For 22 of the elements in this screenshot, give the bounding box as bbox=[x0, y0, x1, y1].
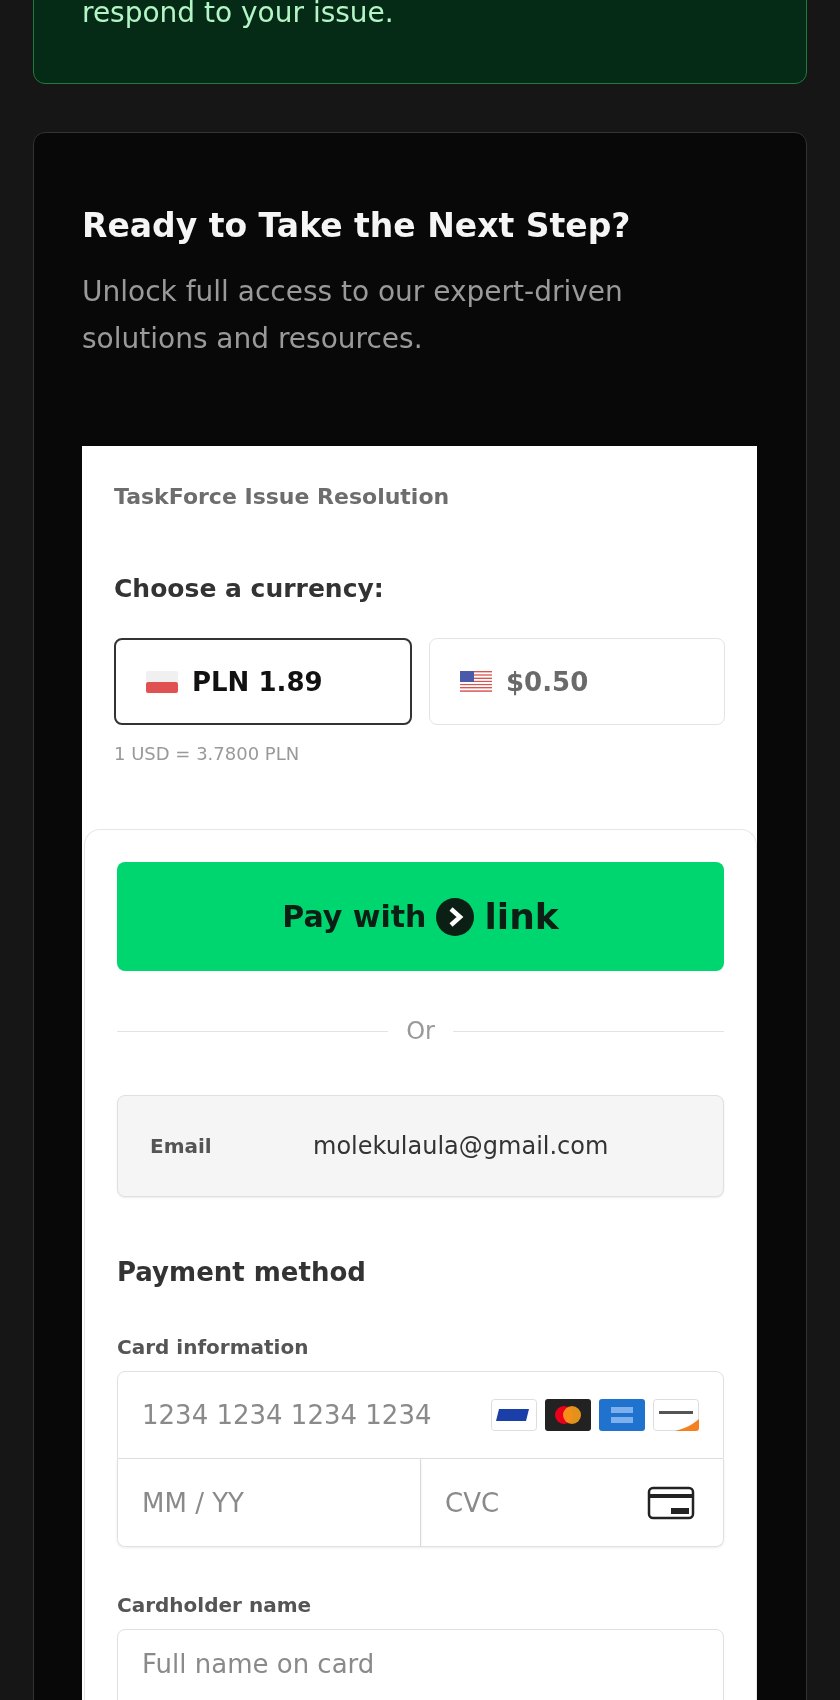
currency-label: Choose a currency: bbox=[113, 573, 385, 603]
expiry-field[interactable]: MM / YY bbox=[117, 1459, 421, 1547]
card-info-label: Card information bbox=[117, 1335, 310, 1359]
exchange-rate: 1 USD = 3.7800 PLN bbox=[113, 742, 301, 764]
expiry-input[interactable]: MM / YY bbox=[142, 1482, 396, 1523]
or-divider: Or bbox=[406, 1017, 435, 1045]
product-name: TaskForce Issue Resolution bbox=[113, 483, 451, 509]
cta-title: Ready to Take the Next Step? bbox=[82, 206, 632, 246]
pay-with-link-button[interactable]: Pay with link bbox=[117, 862, 724, 971]
currency-option[interactable]: $0.50 bbox=[429, 638, 725, 725]
email-field[interactable]: Email molekulaula@gmail.com bbox=[117, 1095, 724, 1197]
currency-option[interactable]: PLN 1.89 bbox=[114, 638, 412, 725]
cta-subtitle: Unlock full access to our expert-driven solutions and resources. bbox=[82, 274, 624, 357]
card-number-input[interactable]: 1234 1234 1234 1234 bbox=[142, 1395, 479, 1435]
cardholder-input[interactable]: Full name on card bbox=[142, 1644, 699, 1684]
notice-text: respond to your issue. bbox=[82, 0, 395, 31]
cvc-field[interactable]: CVC bbox=[421, 1459, 724, 1547]
cardholder-field[interactable]: Full name on card bbox=[117, 1629, 724, 1700]
card-number-field[interactable]: 1234 1234 1234 1234 bbox=[117, 1371, 724, 1459]
cvc-input[interactable]: CVC bbox=[445, 1482, 647, 1523]
payment-method-title: Payment method bbox=[117, 1257, 367, 1287]
cardholder-label: Cardholder name bbox=[117, 1593, 313, 1617]
